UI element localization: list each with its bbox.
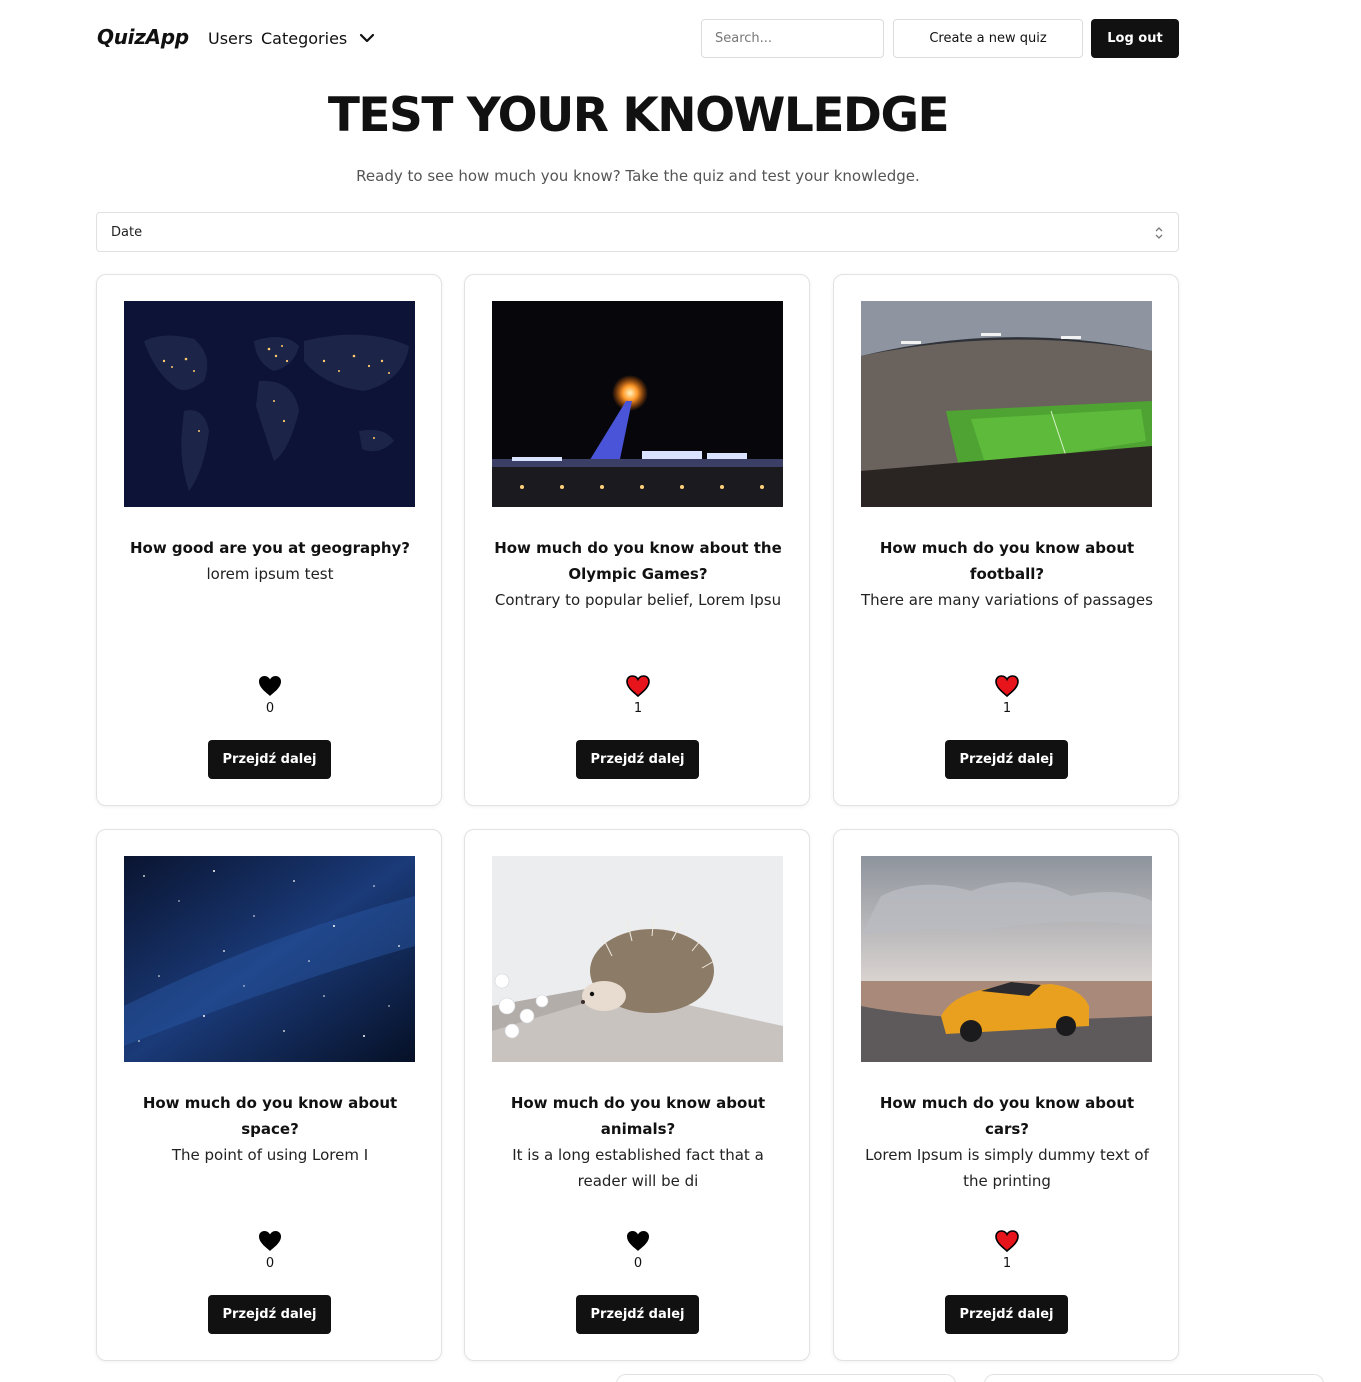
search-input[interactable]	[701, 19, 884, 58]
quiz-image-hedgehog	[492, 856, 783, 1062]
page-title: TEST YOUR KNOWLEDGE	[327, 88, 950, 143]
like-count: 1	[1002, 1256, 1012, 1271]
heart-icon[interactable]	[994, 674, 1020, 698]
quiz-title: How much do you know about animals? It is…	[489, 1090, 787, 1194]
quiz-description: Contrary to popular belief, Lorem Ipsu	[494, 591, 782, 609]
quiz-image-yellow-sports-car	[861, 856, 1152, 1062]
nav-link-users[interactable]: Users	[208, 29, 253, 48]
go-to-quiz-button[interactable]: Przejdź dalej	[576, 740, 699, 779]
navbar: QuizApp Users Categories Create a new qu…	[97, 19, 1179, 59]
quiz-description: The point of using Lorem I	[171, 1146, 369, 1164]
quiz-card: How much do you know about space? The poi…	[96, 829, 442, 1361]
like-count: 0	[265, 1256, 275, 1271]
quiz-card: How much do you know about the Olympic G…	[464, 274, 810, 806]
quiz-image-football-stadium	[861, 301, 1152, 507]
quiz-title: How much do you know about football? Ther…	[858, 535, 1156, 613]
quiz-description: lorem ipsum test	[206, 565, 334, 583]
heart-icon[interactable]	[994, 1229, 1020, 1253]
go-to-quiz-button[interactable]: Przejdź dalej	[945, 1295, 1068, 1334]
like-count: 0	[633, 1256, 643, 1271]
quiz-image-world-map	[124, 301, 415, 507]
heart-icon[interactable]	[257, 1229, 283, 1253]
nav-link-categories[interactable]: Categories	[261, 29, 347, 48]
create-quiz-button[interactable]: Create a new quiz	[893, 19, 1083, 58]
quiz-description: There are many variations of passages	[861, 591, 1153, 609]
heart-icon[interactable]	[625, 674, 651, 698]
logout-button[interactable]: Log out	[1091, 19, 1179, 58]
quiz-card-peek	[984, 1374, 1324, 1382]
like-count: 0	[265, 701, 275, 716]
sort-selected-value: Date	[111, 225, 143, 240]
like-count: 1	[1002, 701, 1012, 716]
quiz-image-olympic-flame	[492, 301, 783, 507]
go-to-quiz-button[interactable]: Przejdź dalej	[576, 1295, 699, 1334]
quiz-card: How much do you know about animals? It is…	[464, 829, 810, 1361]
go-to-quiz-button[interactable]: Przejdź dalej	[945, 740, 1068, 779]
quiz-title: How much do you know about the Olympic G…	[489, 535, 787, 613]
quiz-description: Lorem Ipsum is simply dummy text of the …	[865, 1146, 1149, 1190]
quiz-title: How good are you at geography? lorem ipsu…	[121, 535, 419, 587]
quiz-card: How good are you at geography? lorem ipsu…	[96, 274, 442, 806]
go-to-quiz-button[interactable]: Przejdź dalej	[208, 740, 331, 779]
sort-select[interactable]: Date	[96, 212, 1179, 252]
quiz-card: How much do you know about cars? Lorem Ip…	[833, 829, 1179, 1361]
quiz-description: It is a long established fact that a rea…	[512, 1146, 764, 1190]
page-subtitle: Ready to see how much you know? Take the…	[356, 167, 920, 185]
go-to-quiz-button[interactable]: Przejdź dalej	[208, 1295, 331, 1334]
quiz-card: How much do you know about football? Ther…	[833, 274, 1179, 806]
app-logo[interactable]: QuizApp	[97, 25, 189, 49]
quiz-image-starry-space	[124, 856, 415, 1062]
like-count: 1	[633, 701, 643, 716]
quiz-title: How much do you know about space? The poi…	[121, 1090, 419, 1168]
quiz-card-peek	[616, 1374, 956, 1382]
heart-icon[interactable]	[257, 674, 283, 698]
select-arrows-icon	[1155, 227, 1163, 239]
heart-icon[interactable]	[625, 1229, 651, 1253]
quiz-title: How much do you know about cars? Lorem Ip…	[858, 1090, 1156, 1194]
chevron-down-icon[interactable]	[358, 29, 376, 47]
